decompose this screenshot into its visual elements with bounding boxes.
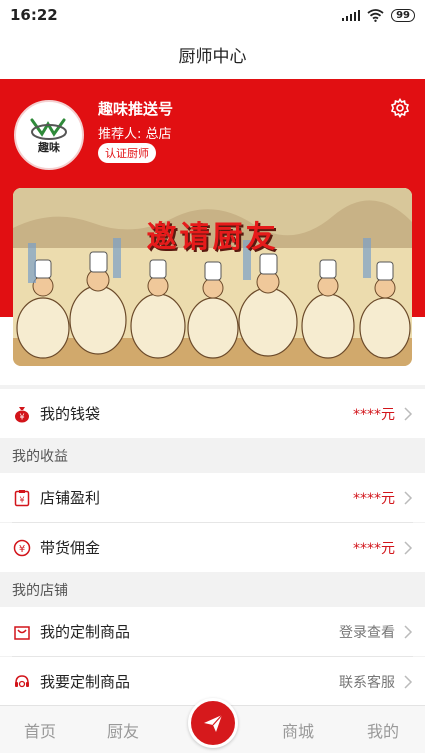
invite-chef-banner[interactable]: 邀请厨友	[13, 188, 412, 366]
avatar-text: 趣味	[38, 141, 60, 154]
avatar[interactable]: 趣味	[14, 100, 84, 170]
shopping-bag-icon	[12, 622, 32, 642]
contact-support-text: 联系客服	[339, 674, 395, 691]
status-bar: 16:22 99	[0, 0, 425, 30]
my-custom-products-label: 我的定制商品	[40, 623, 131, 641]
certified-chef-badge: 认证厨师	[98, 143, 156, 163]
shop-section-title: 我的店铺	[12, 583, 68, 599]
chevron-right-icon	[404, 674, 413, 689]
wallet-label: 我的钱袋	[40, 405, 101, 423]
clipboard-icon: ¥	[12, 488, 32, 508]
earnings-section-title: 我的收益	[12, 449, 68, 465]
avatar-logo-icon	[30, 118, 67, 140]
chevron-right-icon	[404, 624, 413, 639]
tab-home[interactable]: 首页	[24, 718, 56, 742]
yuan-circle-icon: ¥	[12, 538, 32, 558]
svg-text:¥: ¥	[19, 495, 24, 504]
paper-plane-icon	[204, 714, 223, 732]
nav-bar: 厨师中心	[0, 30, 425, 79]
my-custom-products-row[interactable]: 我的定制商品 登录查看	[0, 607, 425, 656]
wallet-value: ****元	[353, 406, 395, 423]
tab-mine[interactable]: 我的	[367, 718, 399, 742]
battery-indicator: 99	[391, 8, 415, 22]
user-name: 趣味推送号	[98, 100, 174, 118]
settings-gear-icon[interactable]	[390, 98, 410, 118]
svg-text:¥: ¥	[19, 412, 24, 421]
page-title: 厨师中心	[178, 47, 247, 67]
money-bag-icon: ¥	[12, 404, 32, 424]
chevron-right-icon	[404, 540, 413, 555]
tab-chef-friends[interactable]: 厨友	[107, 718, 139, 742]
shop-profit-row[interactable]: ¥ 店铺盈利 ****元	[0, 473, 425, 522]
wallet-row[interactable]: ¥ 我的钱袋 ****元	[0, 389, 425, 438]
chevron-right-icon	[404, 406, 413, 421]
status-time: 16:22	[10, 6, 58, 24]
commission-row[interactable]: ¥ 带货佣金 ****元	[0, 523, 425, 572]
svg-text:¥: ¥	[19, 544, 25, 555]
commission-value: ****元	[353, 540, 395, 557]
commission-label: 带货佣金	[40, 539, 101, 557]
publish-button[interactable]	[188, 698, 238, 748]
banner-title: 邀请厨友	[146, 220, 279, 255]
chevron-right-icon	[404, 490, 413, 505]
wifi-icon	[367, 8, 384, 22]
referrer-text: 推荐人: 总店	[98, 127, 172, 142]
signal-icon	[342, 9, 361, 21]
customer-service-icon	[12, 672, 32, 692]
tab-mall[interactable]: 商城	[282, 718, 314, 742]
status-icons: 99	[342, 8, 415, 22]
shop-profit-value: ****元	[353, 490, 395, 507]
login-to-view-text: 登录查看	[339, 624, 395, 641]
shop-profit-label: 店铺盈利	[40, 489, 101, 507]
request-custom-products-label: 我要定制商品	[40, 673, 131, 691]
